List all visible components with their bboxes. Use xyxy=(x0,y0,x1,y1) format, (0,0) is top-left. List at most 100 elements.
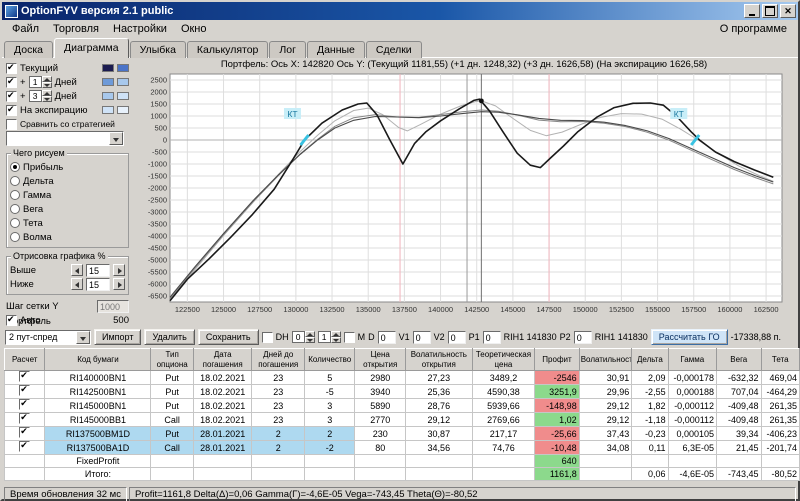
m-checkbox[interactable] xyxy=(344,332,355,343)
column-header-12[interactable]: Гамма xyxy=(668,349,716,371)
status-update-time: Время обновления 32 мс xyxy=(4,487,127,501)
param-field-V1[interactable]: 0 xyxy=(413,331,431,344)
param-field-D[interactable]: 0 xyxy=(378,331,396,344)
cell: 23 xyxy=(252,399,305,413)
minimize-icon[interactable] xyxy=(744,4,760,18)
column-header-13[interactable]: Вега xyxy=(717,349,761,371)
dh-spinner-0-arrows[interactable] xyxy=(305,331,315,343)
portfolio-chart[interactable]: 1225001250001275001300001325001350001375… xyxy=(132,71,798,315)
param-field-P1[interactable]: 0 xyxy=(483,331,501,344)
dh-spinner-0[interactable]: 0 xyxy=(292,331,315,343)
save-button[interactable]: Сохранить xyxy=(198,329,259,345)
close-icon[interactable] xyxy=(780,4,796,18)
spin-down-icon[interactable] xyxy=(42,96,52,102)
column-header-7[interactable]: Волатильность открытия xyxy=(405,349,472,371)
column-header-8[interactable]: Теоретическая цена xyxy=(472,349,535,371)
grid-step-label: Шаг сетки Y xyxy=(6,301,94,312)
cell: 34,56 xyxy=(405,441,472,455)
compare-checkbox[interactable] xyxy=(6,119,17,130)
render-below-value[interactable]: 15 xyxy=(86,278,110,291)
param-field-P2[interactable]: 0 xyxy=(574,331,592,344)
radio-icon[interactable] xyxy=(10,218,20,228)
chevron-down-icon[interactable] xyxy=(76,331,90,344)
curve-checkbox-2[interactable] xyxy=(6,91,17,102)
column-header-9[interactable]: Профит xyxy=(535,349,579,371)
auto-row: Авто500 xyxy=(6,313,129,327)
render-above-value[interactable]: 15 xyxy=(86,264,110,277)
tab-1[interactable]: Диаграмма xyxy=(54,38,129,58)
radio-icon[interactable] xyxy=(10,232,20,242)
draw-option-3[interactable]: Вега xyxy=(10,202,125,216)
strategy-select[interactable] xyxy=(6,131,124,146)
curve-prefix-1: + xyxy=(20,77,26,88)
row-calc-checkbox[interactable] xyxy=(19,427,30,438)
column-header-4[interactable]: Дней до погашения xyxy=(252,349,305,371)
preset-select[interactable]: 2 пут-спред xyxy=(5,330,91,345)
radio-icon[interactable] xyxy=(10,204,20,214)
days-spinner-1[interactable]: 1 xyxy=(29,76,52,88)
radio-icon[interactable] xyxy=(10,176,20,186)
column-header-0[interactable]: Расчет xyxy=(5,349,45,371)
draw-option-0[interactable]: Прибыль xyxy=(10,160,125,174)
column-header-11[interactable]: Дельта xyxy=(632,349,668,371)
column-header-2[interactable]: Тип опциона xyxy=(151,349,193,371)
grid-step-value[interactable]: 1000 xyxy=(97,300,129,313)
row-calc-checkbox[interactable] xyxy=(19,441,30,452)
curve-checkbox-1[interactable] xyxy=(6,77,17,88)
days-spinner-2[interactable]: 3 xyxy=(29,90,52,102)
param-field-V2[interactable]: 0 xyxy=(448,331,466,344)
radio-icon[interactable] xyxy=(10,162,20,172)
draw-option-label: Тета xyxy=(23,218,43,229)
calc-margin-button[interactable]: Рассчитать ГО xyxy=(651,329,728,345)
column-header-1[interactable]: Код бумаги xyxy=(45,349,151,371)
title-bar[interactable]: OptionFYV версия 2.1 public xyxy=(2,2,798,20)
menu-item-3[interactable]: Окно xyxy=(174,22,214,36)
column-header-6[interactable]: Цена открытия xyxy=(355,349,406,371)
menu-item-1[interactable]: Торговля xyxy=(46,22,106,36)
tab-0[interactable]: Доска xyxy=(4,41,53,58)
chevron-down-icon[interactable] xyxy=(109,132,123,145)
column-header-10[interactable]: Волатильность xyxy=(579,349,632,371)
tab-4[interactable]: Лог xyxy=(269,41,306,58)
dh-spinner-1-arrows[interactable] xyxy=(331,331,341,343)
auto-checkbox[interactable] xyxy=(6,315,17,326)
dh-spinner-1[interactable]: 1 xyxy=(318,331,341,343)
column-header-14[interactable]: Тета xyxy=(761,349,800,371)
arrow-left-icon[interactable] xyxy=(71,264,83,276)
tab-2[interactable]: Улыбка xyxy=(130,41,186,58)
cell: 18.02.2021 xyxy=(193,385,252,399)
draw-option-4[interactable]: Тета xyxy=(10,216,125,230)
curve-checkbox-3[interactable] xyxy=(6,105,17,116)
arrow-right-icon[interactable] xyxy=(113,264,125,276)
draw-option-1[interactable]: Дельта xyxy=(10,174,125,188)
dh-checkbox[interactable] xyxy=(262,332,273,343)
draw-option-5[interactable]: Волма xyxy=(10,230,125,244)
tab-3[interactable]: Калькулятор xyxy=(187,41,268,58)
radio-icon[interactable] xyxy=(10,190,20,200)
curve-checkbox-0[interactable] xyxy=(6,63,17,74)
tab-6[interactable]: Сделки xyxy=(366,41,422,58)
arrow-left-icon[interactable] xyxy=(71,278,83,290)
days-spinner-2-arrows[interactable] xyxy=(42,90,52,102)
maximize-icon[interactable] xyxy=(762,4,778,18)
import-button[interactable]: Импорт xyxy=(94,329,141,345)
menu-item-about[interactable]: О программе xyxy=(712,22,795,36)
menu-item-0[interactable]: Файл xyxy=(5,22,46,36)
tab-5[interactable]: Данные xyxy=(307,41,365,58)
svg-text:-1500: -1500 xyxy=(148,172,167,181)
row-calc-checkbox[interactable] xyxy=(19,385,30,396)
row-calc-checkbox[interactable] xyxy=(19,413,30,424)
spin-down-icon[interactable] xyxy=(42,82,52,88)
row-calc-checkbox[interactable] xyxy=(19,371,30,382)
column-header-5[interactable]: Количество xyxy=(304,349,355,371)
delete-button[interactable]: Удалить xyxy=(144,329,194,345)
spin-down-icon[interactable] xyxy=(305,337,315,343)
menu-item-2[interactable]: Настройки xyxy=(106,22,174,36)
arrow-right-icon[interactable] xyxy=(113,278,125,290)
days-spinner-1-arrows[interactable] xyxy=(42,76,52,88)
column-header-3[interactable]: Дата погашения xyxy=(193,349,252,371)
draw-option-2[interactable]: Гамма xyxy=(10,188,125,202)
render-below-row: Ниже15 xyxy=(10,277,125,291)
row-calc-checkbox[interactable] xyxy=(19,399,30,410)
spin-down-icon[interactable] xyxy=(331,337,341,343)
